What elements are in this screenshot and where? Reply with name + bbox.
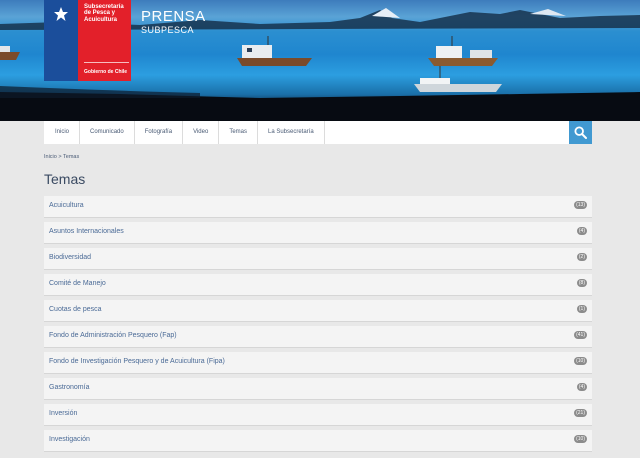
nav-item-subsecretaria[interactable]: La Subsecretaría xyxy=(258,121,325,144)
crest-gov-label: Gobierno de Chile xyxy=(84,69,128,75)
header-banner: Subsecretaría de Pesca y Acuicultura Gob… xyxy=(0,0,640,121)
topic-label[interactable]: Biodiversidad xyxy=(49,254,91,261)
topic-row-inversion[interactable]: Inversión (21) xyxy=(44,404,592,426)
topic-row-gastronomia[interactable]: Gastronomía (4) xyxy=(44,378,592,400)
nav-item-comunicado[interactable]: Comunicado xyxy=(80,121,135,144)
topic-label[interactable]: Fondo de Investigación Pesquero y de Acu… xyxy=(49,358,225,365)
topic-label[interactable]: Gastronomía xyxy=(49,384,89,391)
topic-row-biodiversidad[interactable]: Biodiversidad (2) xyxy=(44,248,592,270)
nav-item-temas[interactable]: Temas xyxy=(219,121,258,144)
topic-count-badge: (8) xyxy=(576,279,587,287)
topic-count-badge: (10) xyxy=(574,357,587,365)
topic-label[interactable]: Comité de Manejo xyxy=(49,280,106,287)
topic-row-asuntos-internacionales[interactable]: Asuntos Internacionales (4) xyxy=(44,222,592,244)
nav-item-inicio[interactable]: Inicio xyxy=(44,121,81,144)
star-icon xyxy=(54,7,68,21)
topic-count-badge: (4) xyxy=(576,227,587,235)
topic-label[interactable]: Acuicultura xyxy=(49,202,84,209)
topic-count-badge: (2) xyxy=(576,253,587,261)
topic-row-cuotas-de-pesca[interactable]: Cuotas de pesca (1) xyxy=(44,300,592,322)
crest-agency-name: Subsecretaría de Pesca y Acuicultura xyxy=(84,4,124,23)
site-subtitle[interactable]: SUBPESCA xyxy=(141,25,194,35)
boat-right xyxy=(428,36,498,66)
main-nav: Inicio Comunicado Fotografía Video Temas… xyxy=(44,121,592,144)
topic-row-fipa[interactable]: Fondo de Investigación Pesquero y de Acu… xyxy=(44,352,592,374)
topic-label[interactable]: Fondo de Administración Pesquero (Fap) xyxy=(49,332,177,339)
topic-count-badge: (10) xyxy=(574,435,587,443)
government-crest[interactable]: Subsecretaría de Pesca y Acuicultura Gob… xyxy=(44,0,131,81)
search-icon xyxy=(574,126,587,139)
crest-blue-panel xyxy=(44,0,78,81)
nav-item-video[interactable]: Video xyxy=(183,121,220,144)
topic-row-fap[interactable]: Fondo de Administración Pesquero (Fap) (… xyxy=(44,326,592,348)
topic-count-badge: (4) xyxy=(576,383,587,391)
boat-left xyxy=(237,36,312,66)
topic-row-acuicultura[interactable]: Acuicultura (13) xyxy=(44,196,592,218)
site-title[interactable]: PRENSA xyxy=(141,8,206,25)
topic-count-badge: (41) xyxy=(574,331,587,339)
topic-count-badge: (21) xyxy=(574,409,587,417)
crest-divider xyxy=(84,62,129,63)
topic-label[interactable]: Asuntos Internacionales xyxy=(49,228,124,235)
boat-front xyxy=(414,66,502,92)
topic-label[interactable]: Investigación xyxy=(49,436,90,443)
topic-count-badge: (13) xyxy=(574,201,587,209)
nav-item-fotografia[interactable]: Fotografía xyxy=(135,121,184,144)
topic-label[interactable]: Inversión xyxy=(49,410,77,417)
boat-edge xyxy=(0,46,20,60)
topics-list: Acuicultura (13) Asuntos Internacionales… xyxy=(44,196,592,456)
breadcrumb[interactable]: Inicio > Temas xyxy=(44,154,79,160)
topic-row-investigacion[interactable]: Investigación (10) xyxy=(44,430,592,452)
topic-label[interactable]: Cuotas de pesca xyxy=(49,306,102,313)
search-button[interactable] xyxy=(569,121,592,144)
topic-row-comite-de-manejo[interactable]: Comité de Manejo (8) xyxy=(44,274,592,296)
topic-count-badge: (1) xyxy=(576,305,587,313)
page-title: Temas xyxy=(44,171,86,187)
